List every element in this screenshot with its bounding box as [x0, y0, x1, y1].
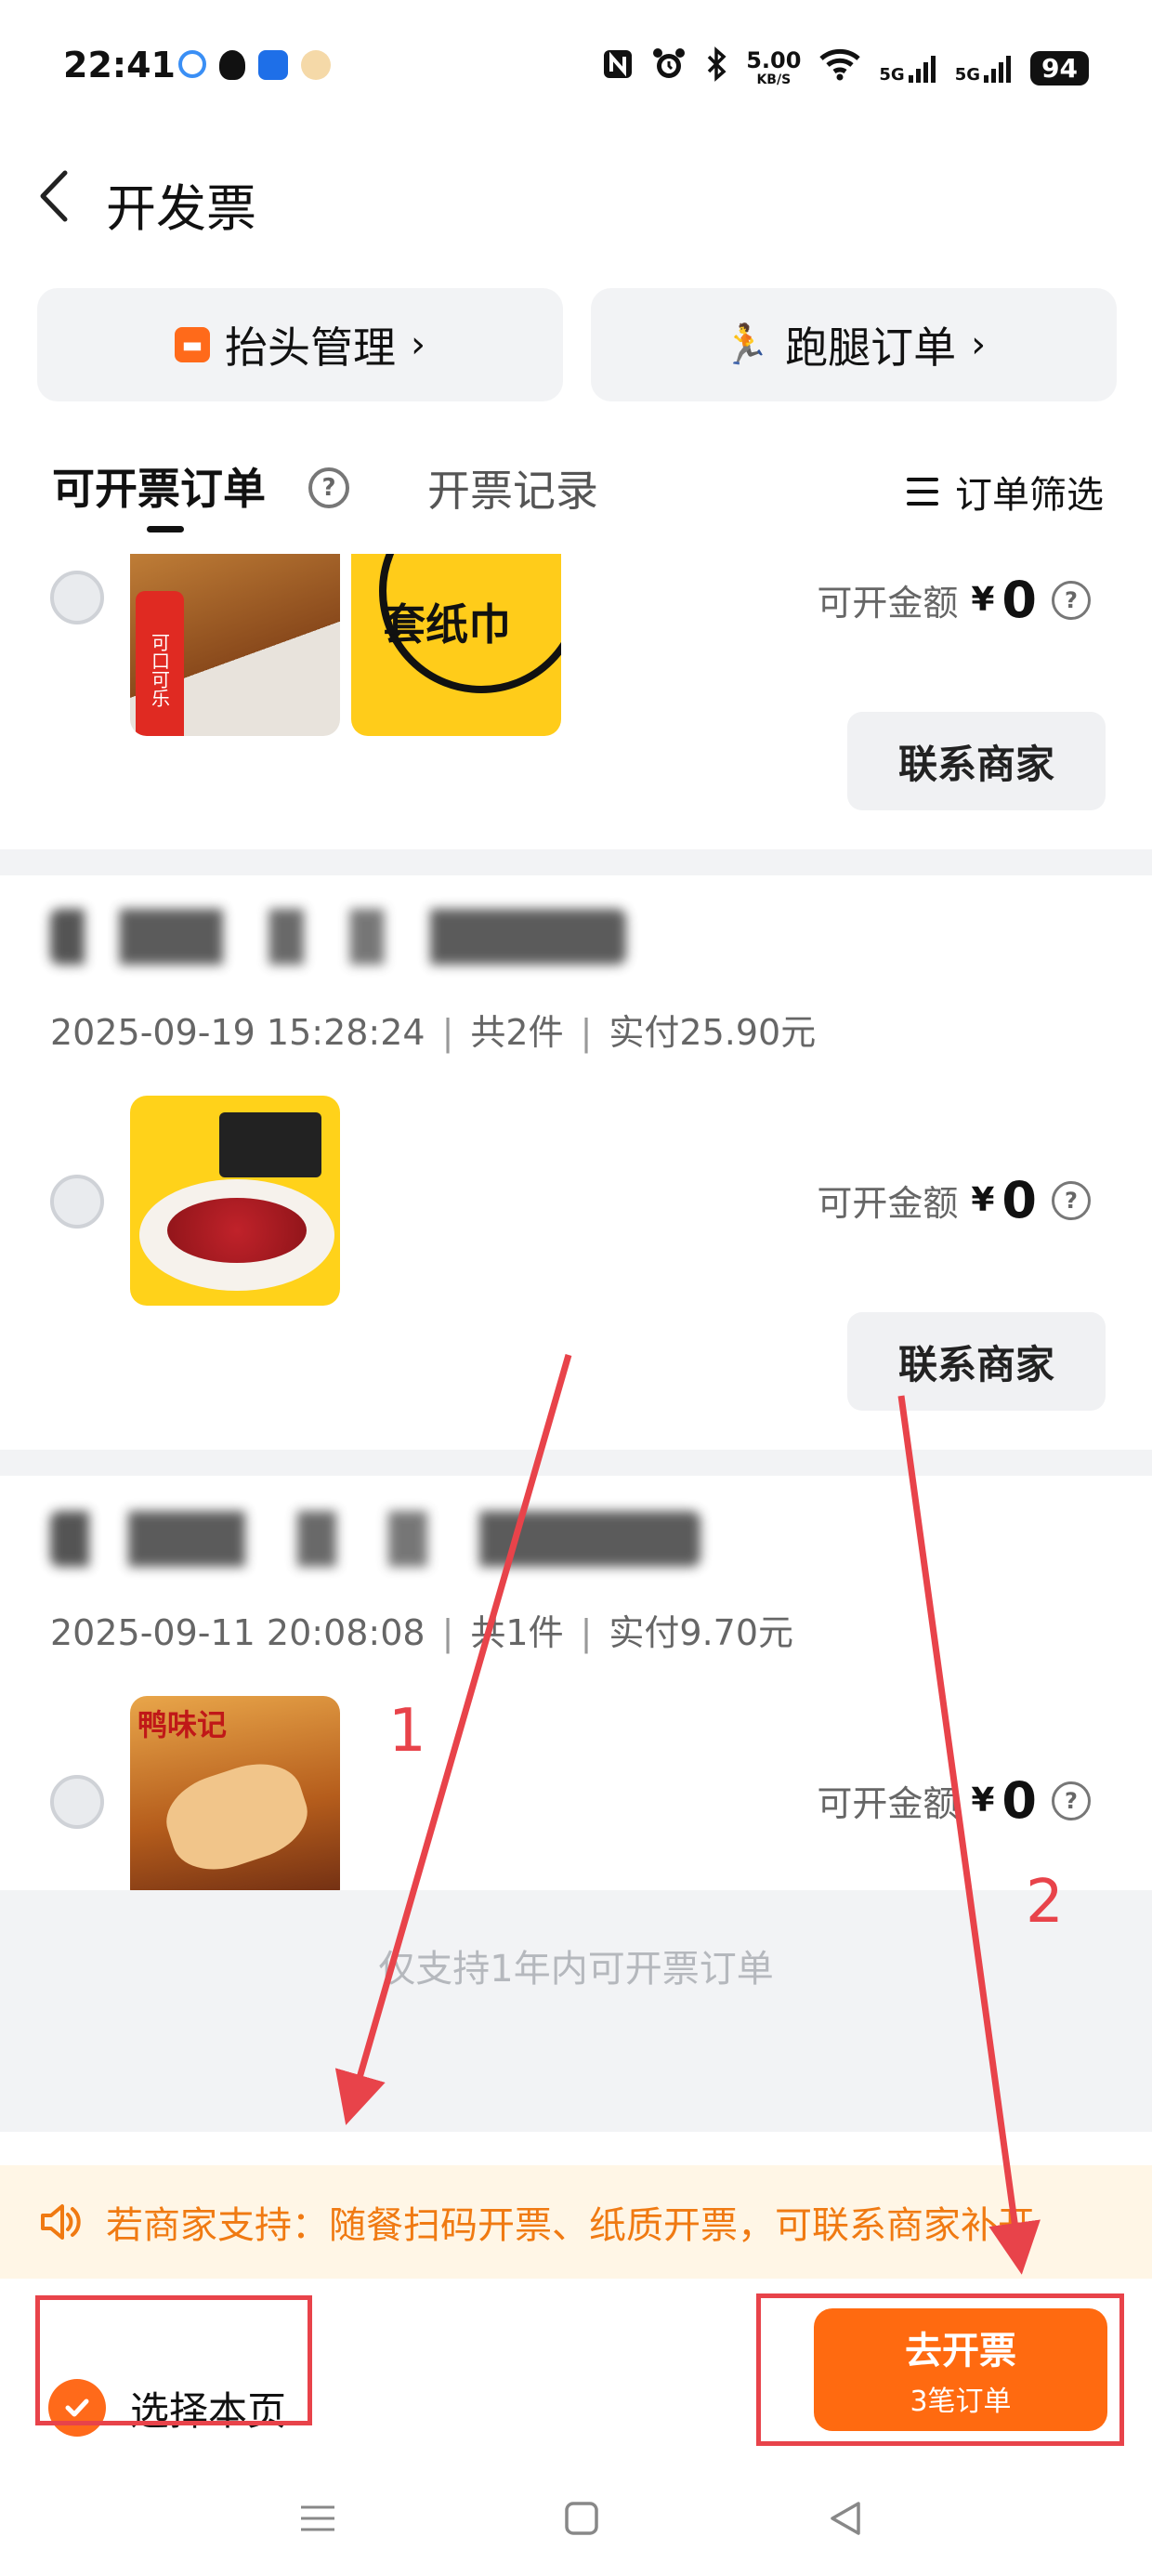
- product-label: 鸭味记: [137, 1707, 228, 1742]
- annotation-box-go-invoice: [756, 2293, 1124, 2446]
- list-item: 2025-09-11 20:08:08 | 共1件 | 实付9.70元 鸭味记 可开金额…: [0, 1476, 1152, 1906]
- currency-symbol: ¥: [971, 1781, 995, 1820]
- amount-label: 可开金额: [817, 583, 959, 624]
- order-filter-label: 订单筛选: [955, 474, 1104, 517]
- order-select-radio[interactable]: [50, 1175, 104, 1229]
- amount-value: 0: [1001, 571, 1037, 629]
- store-name-blurred: [50, 909, 626, 965]
- list-item: 可口可乐 套纸巾 可开金额 ¥0 ? 联系商家: [0, 554, 1152, 849]
- list-item: 2025-09-19 15:28:24 | 共2件 | 实付25.90元 可开金额 ¥0…: [0, 875, 1152, 1450]
- product-label: 套纸巾: [383, 599, 511, 650]
- help-icon[interactable]: ?: [1052, 580, 1091, 620]
- avatar-app-icon: [301, 50, 331, 80]
- order-list[interactable]: 可口可乐 套纸巾 可开金额 ¥0 ? 联系商家 2025-09-19 15:28…: [0, 554, 1152, 2152]
- status-indicators: 5.00 KB/S 5G 5G 94: [601, 46, 1089, 90]
- invoice-title-label: 抬头管理: [225, 322, 396, 373]
- amount-label: 可开金额: [817, 1183, 959, 1224]
- notice-text: 若商家支持：随餐扫码开票、纸质开票，可联系商家补开: [106, 2204, 1035, 2247]
- order-select-radio[interactable]: [50, 1775, 104, 1829]
- back-nav-icon[interactable]: [818, 2491, 873, 2546]
- product-label: 可口可乐: [136, 591, 184, 736]
- active-tab-indicator: [147, 526, 184, 532]
- pinned-app-icon: [258, 50, 288, 80]
- invoiceable-amount: 可开金额 ¥0 ?: [817, 1171, 1091, 1229]
- battery-indicator: 94: [1030, 51, 1089, 85]
- product-thumbnail: 鸭味记: [130, 1696, 340, 1906]
- store-name-blurred: [50, 1511, 700, 1567]
- wifi-icon: [818, 47, 862, 89]
- chevron-right-icon: ›: [411, 323, 425, 366]
- menu-lines-icon: [907, 478, 938, 506]
- status-app-icons: [178, 50, 331, 80]
- help-icon[interactable]: ?: [308, 467, 349, 508]
- annotation-number-2: 2: [1026, 1868, 1064, 1937]
- amount-label: 可开金额: [817, 1783, 959, 1824]
- paid-amount: 实付9.70元: [609, 1612, 794, 1653]
- tab-invoice-records[interactable]: 开票记录: [427, 457, 598, 519]
- invoice-title-icon: ▬: [175, 327, 210, 362]
- alarm-icon: [651, 46, 687, 90]
- order-datetime: 2025-09-19 15:28:24: [50, 1012, 425, 1053]
- errand-orders-label: 跑腿订单: [785, 322, 957, 373]
- chevron-right-icon: ›: [971, 323, 987, 366]
- invoice-title-management-button[interactable]: ▬ 抬头管理 ›: [37, 288, 563, 401]
- invoiceable-amount: 可开金额 ¥0 ?: [817, 571, 1091, 629]
- qq-icon: [219, 50, 245, 80]
- divider: [0, 1450, 1152, 1476]
- page-title: 开发票: [106, 179, 256, 238]
- back-arrow-icon[interactable]: [32, 164, 78, 229]
- annotation-number-1: 1: [388, 1697, 426, 1766]
- item-count: 共2件: [470, 1012, 564, 1053]
- contact-merchant-button[interactable]: 联系商家: [847, 1312, 1106, 1411]
- contact-merchant-button[interactable]: 联系商家: [847, 712, 1106, 810]
- item-count: 共1件: [470, 1612, 564, 1653]
- notice-banner: 若商家支持：随餐扫码开票、纸质开票，可联系商家补开: [0, 2165, 1152, 2279]
- signal-5g-2: 5G: [955, 53, 1014, 85]
- order-meta: 2025-09-11 20:08:08 | 共1件 | 实付9.70元: [50, 1612, 794, 1653]
- product-thumbnail: 可口可乐: [130, 554, 340, 736]
- annotation-box-select-page: [35, 2295, 312, 2425]
- runner-icon: 🏃: [721, 322, 771, 367]
- status-time: 22:41: [63, 45, 176, 85]
- help-icon[interactable]: ?: [1052, 1781, 1091, 1820]
- signal-5g-1: 5G: [879, 53, 937, 85]
- menu-nav-icon[interactable]: [290, 2491, 346, 2546]
- nfc-icon: [601, 47, 635, 89]
- message-app-icon: [178, 50, 206, 78]
- bluetooth-icon: [703, 46, 729, 90]
- order-meta: 2025-09-19 15:28:24 | 共2件 | 实付25.90元: [50, 1012, 817, 1053]
- currency-symbol: ¥: [971, 581, 995, 619]
- order-select-radio[interactable]: [50, 571, 104, 624]
- order-datetime: 2025-09-11 20:08:08: [50, 1612, 425, 1653]
- list-end-note: 仅支持1年内可开票订单: [0, 1890, 1152, 2132]
- paid-amount: 实付25.90元: [609, 1012, 817, 1053]
- speaker-icon: [37, 2199, 84, 2245]
- home-nav-icon[interactable]: [554, 2491, 609, 2546]
- invoiceable-amount: 可开金额 ¥0 ?: [817, 1771, 1091, 1830]
- amount-value: 0: [1001, 1771, 1037, 1830]
- divider: [0, 849, 1152, 875]
- currency-symbol: ¥: [971, 1181, 995, 1219]
- errand-orders-button[interactable]: 🏃 跑腿订单 ›: [591, 288, 1117, 401]
- amount-value: 0: [1001, 1171, 1037, 1229]
- order-filter-button[interactable]: 订单筛选: [907, 465, 1104, 519]
- help-icon[interactable]: ?: [1052, 1180, 1091, 1220]
- product-thumbnail: 套纸巾: [351, 554, 561, 736]
- tab-invoiceable-orders[interactable]: 可开票订单: [52, 455, 266, 517]
- product-thumbnail: [130, 1096, 340, 1306]
- network-speed: 5.00 KB/S: [746, 46, 802, 87]
